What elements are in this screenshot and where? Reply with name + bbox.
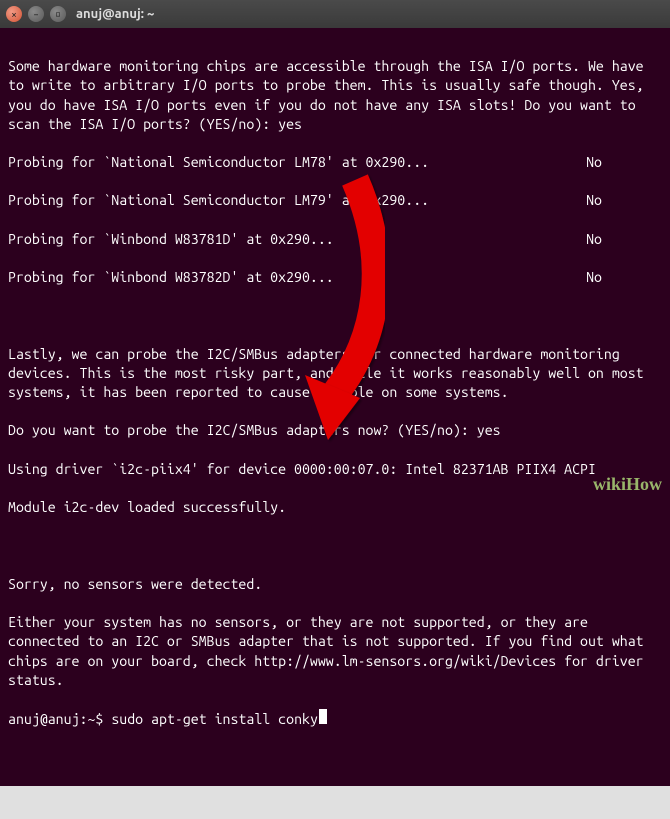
output-text: Either your system has no sensors, or th… — [8, 613, 662, 690]
close-icon[interactable]: × — [6, 6, 22, 22]
prompt-path: ~ — [87, 710, 95, 729]
output-text: Using driver `i2c-piix4' for device 0000… — [8, 460, 662, 479]
titlebar[interactable]: × – ▫ anuj@anuj: ~ — [0, 0, 670, 28]
probe-line: Probing for `National Semiconductor LM78… — [8, 153, 662, 172]
window-title: anuj@anuj: ~ — [76, 7, 154, 21]
prompt-line[interactable]: anuj@anuj:~$ sudo apt-get install conky — [8, 709, 662, 729]
probe-line: Probing for `Winbond W83781D' at 0x290..… — [8, 230, 662, 249]
minimize-icon[interactable]: – — [28, 6, 44, 22]
output-text: Lastly, we can probe the I2C/SMBus adapt… — [8, 345, 662, 403]
prompt-sep: : — [80, 710, 88, 729]
footer-bar — [0, 786, 670, 819]
prompt-sigil: $ — [95, 710, 103, 729]
maximize-icon[interactable]: ▫ — [50, 6, 66, 22]
blank-line — [8, 536, 662, 555]
probe-line: Probing for `National Semiconductor LM79… — [8, 191, 662, 210]
output-text: Sorry, no sensors were detected. — [8, 575, 662, 594]
cursor-icon — [319, 709, 327, 724]
output-text: Some hardware monitoring chips are acces… — [8, 57, 662, 134]
output-text: Do you want to probe the I2C/SMBus adapt… — [8, 421, 662, 440]
terminal-window: × – ▫ anuj@anuj: ~ Some hardware monitor… — [0, 0, 670, 786]
prompt-user: anuj@anuj — [8, 710, 80, 729]
output-text: Module i2c-dev loaded successfully. — [8, 498, 662, 517]
terminal-body[interactable]: Some hardware monitoring chips are acces… — [0, 28, 670, 786]
command-input[interactable]: sudo apt-get install conky — [103, 710, 318, 729]
blank-line — [8, 306, 662, 325]
probe-line: Probing for `Winbond W83782D' at 0x290..… — [8, 268, 662, 287]
